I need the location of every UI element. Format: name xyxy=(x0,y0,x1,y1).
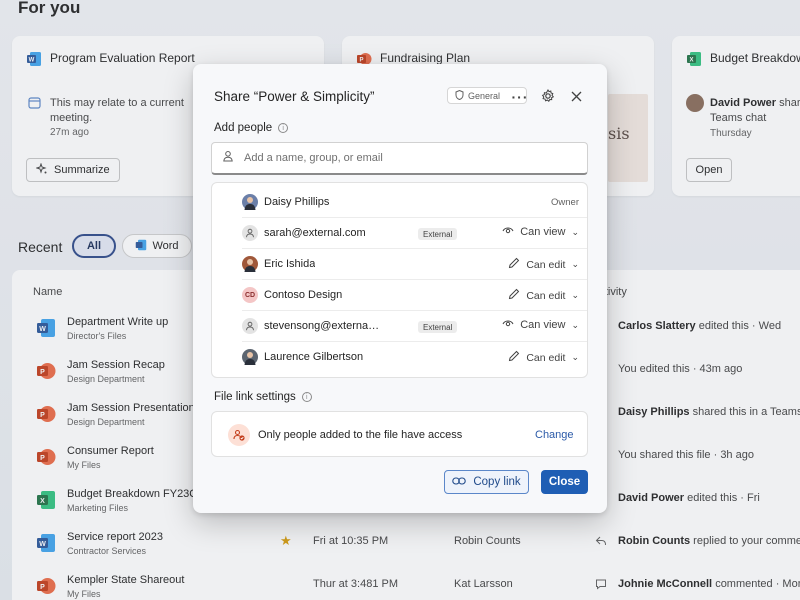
person-row: Daisy Phillips Owner xyxy=(242,187,587,218)
person-name: Daisy Phillips xyxy=(264,196,330,208)
person-name: stevensong@externa… xyxy=(264,320,380,332)
permission-label: Owner xyxy=(551,197,579,208)
avatar: CD xyxy=(242,287,258,303)
chevron-down-icon: ⌄ xyxy=(571,290,579,300)
person-name: Contoso Design xyxy=(264,289,343,301)
chevron-down-icon: ⌄ xyxy=(571,352,579,362)
more-options-button[interactable]: ··· xyxy=(509,86,531,108)
people-list: Daisy Phillips Owner sarah@external.com Ext… xyxy=(211,182,588,378)
more-icon: ··· xyxy=(511,89,529,105)
link-description: Only people added to the file have acces… xyxy=(258,429,463,441)
close-icon xyxy=(571,89,582,105)
external-badge: External xyxy=(418,228,458,240)
person-row: stevensong@externa… External Can view ⌄ xyxy=(242,311,587,342)
person-row: Laurence Gilbertson Can edit ⌄ xyxy=(242,342,587,373)
person-icon xyxy=(222,149,234,167)
share-dialog: Share “Power & Simplicity” General ··· A… xyxy=(193,64,607,513)
chevron-down-icon: ⌄ xyxy=(571,226,579,237)
info-icon[interactable]: i xyxy=(278,123,289,133)
file-link-settings-label: File link settings i xyxy=(214,391,312,403)
link-icon xyxy=(452,476,467,489)
settings-button[interactable] xyxy=(537,86,559,108)
person-name: sarah@external.com xyxy=(264,227,366,239)
add-people-search[interactable] xyxy=(211,142,588,175)
person-icon xyxy=(242,225,258,241)
person-row: CD Contoso Design Can edit ⌄ xyxy=(242,280,587,311)
chevron-down-icon: ⌄ xyxy=(571,259,579,269)
avatar xyxy=(242,349,258,365)
pencil-icon xyxy=(508,288,520,303)
avatar xyxy=(242,194,258,210)
person-row: sarah@external.com External Can view ⌄ xyxy=(242,218,587,249)
permission-dropdown[interactable]: Can edit ⌄ xyxy=(508,350,579,365)
add-people-label: Add people i xyxy=(214,122,289,134)
copy-link-button[interactable]: Copy link xyxy=(444,470,529,494)
change-link-settings-button[interactable]: Change xyxy=(535,429,574,441)
people-access-icon xyxy=(228,424,250,446)
person-row: Eric Ishida Can edit ⌄ xyxy=(242,249,587,280)
gear-icon xyxy=(541,88,555,106)
permission-dropdown[interactable]: Can edit ⌄ xyxy=(508,257,579,272)
pencil-icon xyxy=(508,350,520,365)
add-people-input[interactable] xyxy=(244,152,564,164)
person-name: Eric Ishida xyxy=(264,258,316,270)
eye-icon xyxy=(502,319,514,331)
close-dialog-button[interactable] xyxy=(565,86,587,108)
permission-dropdown[interactable]: Can view ⌄ xyxy=(502,319,579,331)
pencil-icon xyxy=(508,257,520,272)
link-settings-box: Only people added to the file have acces… xyxy=(211,411,588,457)
permission-dropdown[interactable]: Can view ⌄ xyxy=(502,226,579,238)
chevron-down-icon: ⌄ xyxy=(571,319,579,330)
person-icon xyxy=(242,318,258,334)
external-badge: External xyxy=(418,321,458,333)
person-name: Laurence Gilbertson xyxy=(264,351,364,363)
permission-dropdown[interactable]: Can edit ⌄ xyxy=(508,288,579,303)
close-button[interactable]: Close xyxy=(541,470,588,494)
dialog-title: Share “Power & Simplicity” xyxy=(214,89,375,104)
info-icon[interactable]: i xyxy=(301,392,312,402)
eye-icon xyxy=(502,226,514,238)
avatar xyxy=(242,256,258,272)
shield-icon xyxy=(455,89,464,102)
